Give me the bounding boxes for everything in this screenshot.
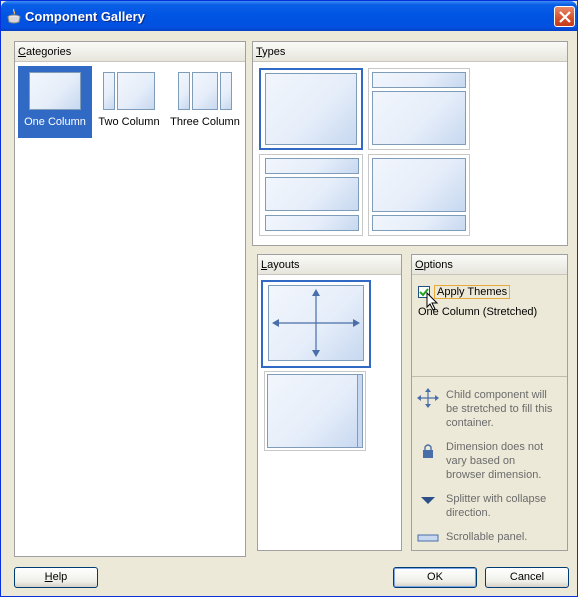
layout-thumb xyxy=(267,374,363,448)
legend-text: Scrollable panel. xyxy=(446,531,528,543)
legend-text: Child component will be stretched to fil… xyxy=(446,389,553,429)
types-panel: Types xyxy=(252,41,568,246)
types-header: Types xyxy=(253,42,567,62)
categories-header: Categories xyxy=(15,42,245,62)
one-column-thumbnail xyxy=(29,72,81,110)
window-title: Component Gallery xyxy=(25,9,145,24)
category-one-column[interactable]: One Column xyxy=(18,66,92,138)
three-column-thumbnail-center xyxy=(192,72,218,110)
close-icon xyxy=(559,11,571,23)
three-column-thumbnail-right xyxy=(220,72,232,110)
three-column-thumbnail-left xyxy=(178,72,190,110)
stretch-arrows-icon xyxy=(272,289,360,357)
legend-text: Dimension does not vary based on browser… xyxy=(446,441,544,481)
category-label: One Column xyxy=(24,116,86,128)
categories-panel: Categories One Column Two Column Three C… xyxy=(14,41,246,557)
type-thumb xyxy=(265,73,357,145)
type-thumb-header xyxy=(372,72,466,88)
legend-text: Splitter with collapse direction. xyxy=(446,493,547,519)
ok-button[interactable]: OK xyxy=(393,567,477,588)
type-body-footer[interactable] xyxy=(368,154,470,236)
help-button[interactable]: Help xyxy=(14,567,98,588)
scroll-bar-icon xyxy=(417,534,439,542)
type-thumb-body xyxy=(372,158,466,212)
coffee-cup-icon xyxy=(7,8,21,24)
options-divider xyxy=(412,376,567,377)
selected-layout-description: One Column (Stretched) xyxy=(418,306,538,318)
options-header: Options xyxy=(412,255,567,275)
triangle-down-icon xyxy=(421,497,435,504)
layouts-panel: Layouts xyxy=(257,254,402,551)
type-thumb-footer xyxy=(265,215,359,231)
type-thumb-header xyxy=(265,158,359,174)
options-panel: Options Apply Themes One Column (Stretch… xyxy=(411,254,568,551)
layout-stretched[interactable] xyxy=(261,280,371,368)
type-thumb-footer xyxy=(372,215,466,231)
layout-thumb-scrollbar xyxy=(357,374,363,448)
category-label: Two Column xyxy=(98,116,160,128)
layouts-header: Layouts xyxy=(258,255,401,275)
options-body: Apply Themes One Column (Stretched) Chil… xyxy=(412,276,567,550)
two-column-thumbnail-right xyxy=(117,72,155,110)
lock-icon xyxy=(423,444,433,458)
close-button[interactable] xyxy=(554,6,575,27)
type-header-body-footer[interactable] xyxy=(259,154,363,236)
apply-themes-label[interactable]: Apply Themes xyxy=(434,285,511,299)
cancel-button[interactable]: Cancel xyxy=(485,567,569,588)
type-thumb-body xyxy=(265,177,359,211)
category-label: Three Column xyxy=(170,116,240,128)
type-stretched[interactable] xyxy=(259,68,363,150)
category-three-column[interactable]: Three Column xyxy=(168,66,242,138)
category-two-column[interactable]: Two Column xyxy=(92,66,166,138)
title-bar[interactable]: Component Gallery xyxy=(1,1,577,31)
component-gallery-window: Component Gallery Categories One Column … xyxy=(0,0,578,597)
type-thumb-body xyxy=(372,91,466,145)
type-header-body[interactable] xyxy=(368,68,470,150)
stretch-arrows-icon xyxy=(417,388,439,408)
layout-scrollable[interactable] xyxy=(264,371,366,451)
two-column-thumbnail-left xyxy=(103,72,115,110)
